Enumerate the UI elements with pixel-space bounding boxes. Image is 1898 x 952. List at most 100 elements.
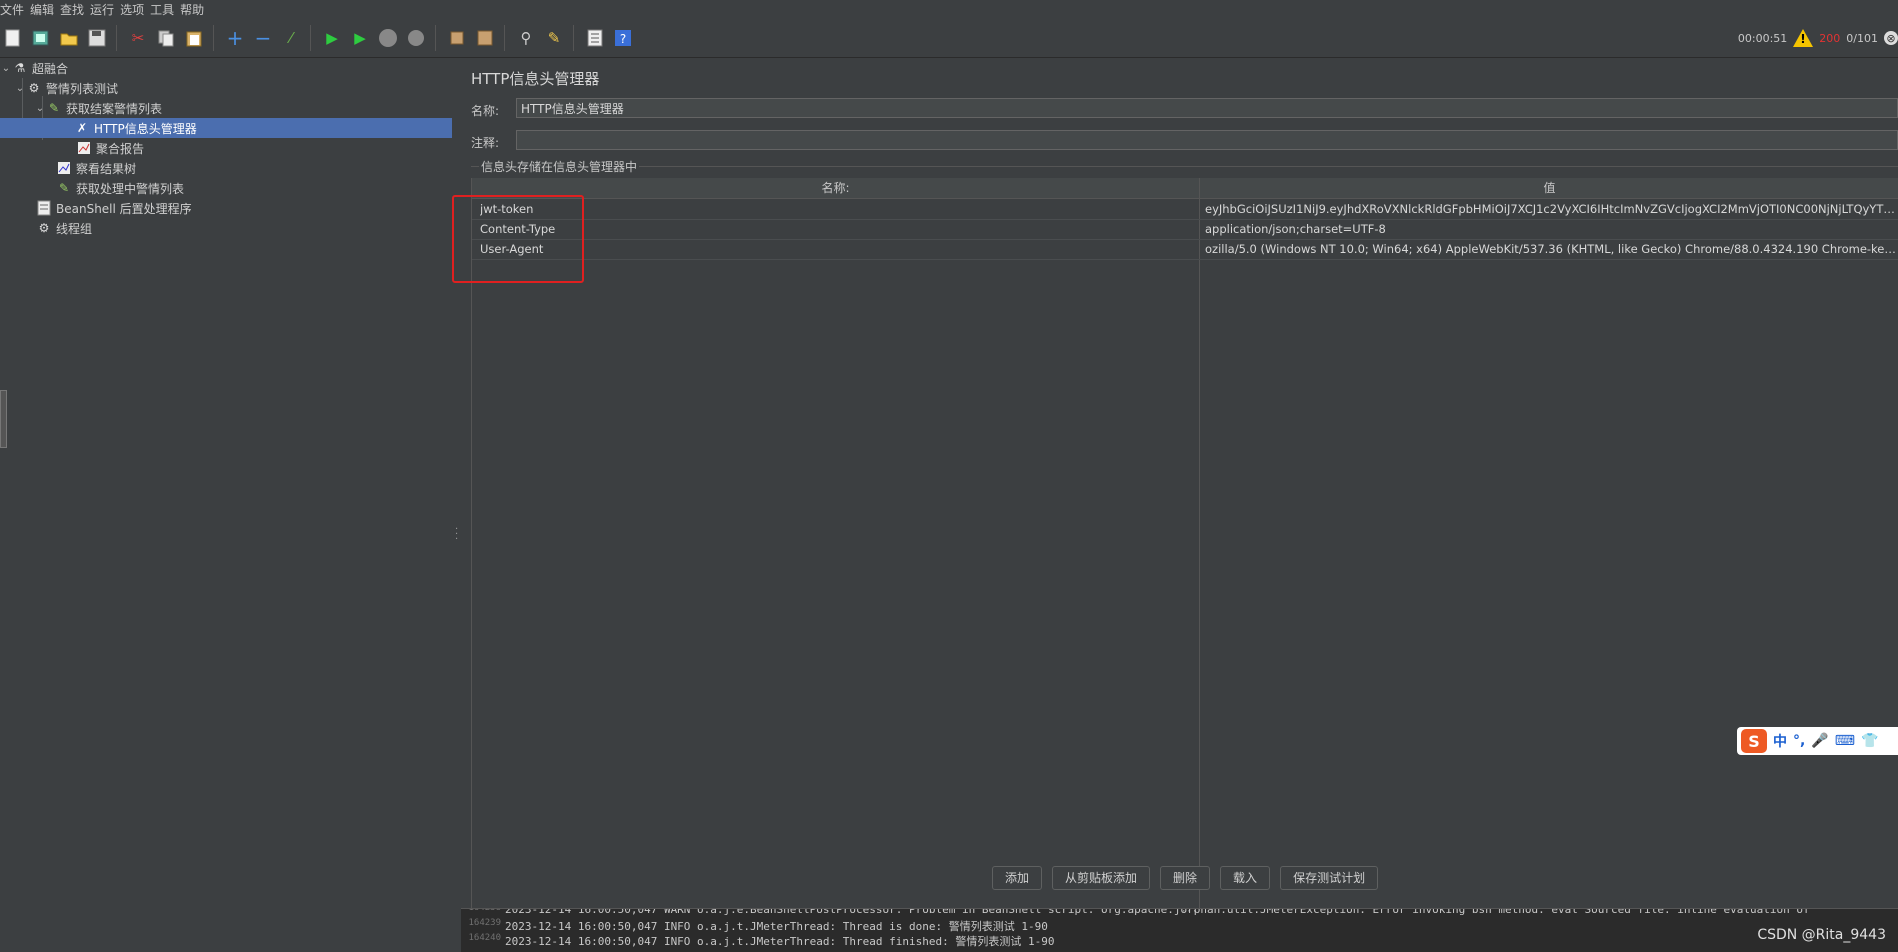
stop-icon[interactable] bbox=[377, 27, 399, 49]
menu-search[interactable]: 查找 bbox=[60, 1, 90, 18]
tree-node-label: 线程组 bbox=[56, 221, 93, 236]
chart-icon bbox=[76, 140, 92, 156]
tree-node-test-plan[interactable]: ⌄ ⚗ 超融合 bbox=[0, 58, 452, 78]
table-row[interactable]: Content-Type application/json;charset=UT… bbox=[472, 219, 1898, 240]
menu-run[interactable]: 运行 bbox=[90, 1, 120, 18]
toolbar-divider bbox=[573, 25, 574, 51]
error-count: 200 bbox=[1819, 31, 1841, 45]
page-title: HTTP信息头管理器 bbox=[471, 70, 600, 88]
ime-voice-icon[interactable]: 🎤 bbox=[1811, 733, 1828, 749]
group-title: 信息头存储在信息头管理器中 bbox=[479, 158, 640, 175]
elapsed-timer: 00:00:51 bbox=[1737, 31, 1788, 45]
flask-icon: ⚗ bbox=[14, 61, 26, 75]
log-text: 2023-12-14 16:00:50,047 INFO o.a.j.t.JMe… bbox=[505, 920, 1048, 933]
warning-icon[interactable] bbox=[1793, 29, 1814, 47]
menu-edit[interactable]: 编辑 bbox=[30, 1, 60, 18]
open-icon[interactable] bbox=[58, 27, 80, 49]
header-name-cell[interactable]: jwt-token bbox=[480, 199, 1195, 219]
tree-node-thread-group[interactable]: ⌄ ⚙ 警情列表测试 bbox=[14, 78, 118, 98]
header-manager-panel: HTTP信息头管理器 名称: HTTP信息头管理器 注释: 信息头存储在信息头管… bbox=[461, 58, 1898, 913]
table-row[interactable]: User-Agent ozilla/5.0 (Windows NT 10.0; … bbox=[472, 239, 1898, 260]
header-value-cell[interactable]: application/json;charset=UTF-8 bbox=[1205, 219, 1897, 239]
shutdown-icon[interactable] bbox=[405, 27, 427, 49]
tree-node-beanshell[interactable]: BeanShell 后置处理程序 bbox=[36, 198, 192, 218]
tree-node-thread-group-2[interactable]: ⚙ 线程组 bbox=[36, 218, 92, 238]
cut-icon[interactable]: ✂ bbox=[127, 27, 149, 49]
clear-icon[interactable] bbox=[446, 27, 468, 49]
gear-icon: ⚙ bbox=[38, 221, 50, 235]
active-threads: 0/101 bbox=[1846, 31, 1878, 45]
start-icon[interactable]: ▶ bbox=[321, 27, 343, 49]
name-field[interactable]: HTTP信息头管理器 bbox=[516, 98, 1898, 118]
header-name-cell[interactable]: User-Agent bbox=[480, 239, 1195, 259]
side-collapse-tab[interactable] bbox=[0, 390, 7, 448]
reset-search-icon[interactable]: ✎ bbox=[543, 27, 565, 49]
toggle-icon[interactable]: ⁄ bbox=[280, 27, 302, 49]
ime-chinese-mode[interactable]: 中 bbox=[1773, 731, 1787, 751]
toolbar: ✂ + − ⁄ ▶ ▶ ⚲ ✎ ? bbox=[0, 19, 1898, 58]
menu-help[interactable]: 帮助 bbox=[180, 1, 210, 18]
log-toggle-icon[interactable]: ⊗ bbox=[1884, 31, 1898, 45]
toolbar-divider bbox=[310, 25, 311, 51]
tree-node-http-sampler[interactable]: ⌄ ✎ 获取结案警情列表 bbox=[34, 98, 162, 118]
splitter-grip-icon[interactable]: · · · bbox=[455, 525, 458, 545]
add-button[interactable]: 添加 bbox=[992, 866, 1043, 890]
clear-all-icon[interactable] bbox=[474, 27, 496, 49]
ime-keyboard-icon[interactable]: ⌨ bbox=[1835, 733, 1855, 749]
delete-button[interactable]: 删除 bbox=[1160, 866, 1211, 890]
sogou-logo-icon[interactable]: S bbox=[1741, 729, 1767, 753]
search-binoculars-icon[interactable]: ⚲ bbox=[515, 27, 537, 49]
gear-icon: ⚙ bbox=[28, 81, 40, 95]
chevron-down-icon[interactable]: ⌄ bbox=[34, 103, 46, 114]
ime-toolbar[interactable]: S 中 °, 🎤 ⌨ 👕 bbox=[1737, 727, 1898, 755]
menu-tools[interactable]: 工具 bbox=[150, 1, 180, 18]
log-text: 2023-12-14 16:00:50,047 INFO o.a.j.t.JMe… bbox=[505, 935, 1055, 948]
tree-node-label: 超融合 bbox=[32, 61, 69, 76]
header-value-cell[interactable]: eyJhbGciOiJSUzI1NiJ9.eyJhdXRoVXNlckRldGF… bbox=[1205, 199, 1897, 219]
tree-node-label: 警情列表测试 bbox=[46, 81, 119, 96]
column-divider bbox=[1199, 178, 1200, 913]
header-name-cell[interactable]: Content-Type bbox=[480, 219, 1195, 239]
ime-skin-icon[interactable]: 👕 bbox=[1861, 733, 1878, 749]
annotation-highlight-box bbox=[452, 195, 584, 283]
tree-node-header-manager[interactable]: ✗ HTTP信息头管理器 bbox=[0, 118, 452, 138]
pipette-icon: ✎ bbox=[48, 101, 60, 115]
tree-node-label: BeanShell 后置处理程序 bbox=[56, 201, 192, 216]
toolbar-divider bbox=[213, 25, 214, 51]
help-icon[interactable]: ? bbox=[612, 27, 634, 49]
paste-icon[interactable] bbox=[183, 27, 205, 49]
svg-text:?: ? bbox=[620, 32, 626, 46]
run-status: 00:00:51 200 0/101 ⊗ bbox=[1738, 19, 1898, 57]
chevron-down-icon[interactable]: ⌄ bbox=[14, 83, 26, 94]
tree-node-label: 察看结果树 bbox=[76, 161, 137, 176]
save-icon[interactable] bbox=[86, 27, 108, 49]
menu-options[interactable]: 选项 bbox=[120, 1, 150, 18]
load-button[interactable]: 载入 bbox=[1220, 866, 1271, 890]
function-helper-icon[interactable] bbox=[584, 27, 606, 49]
table-actions: 添加 从剪贴板添加 删除 载入 保存测试计划 bbox=[992, 866, 1379, 890]
menu-file[interactable]: 文件 bbox=[0, 1, 30, 18]
table-row[interactable]: jwt-token eyJhbGciOiJSUzI1NiJ9.eyJhdXRoV… bbox=[472, 199, 1898, 220]
save-test-plan-button[interactable]: 保存测试计划 bbox=[1280, 866, 1379, 890]
toolbar-divider bbox=[435, 25, 436, 51]
chevron-down-icon[interactable]: ⌄ bbox=[0, 63, 12, 74]
start-no-pause-icon[interactable]: ▶ bbox=[349, 27, 371, 49]
copy-icon[interactable] bbox=[155, 27, 177, 49]
menu-bar: 文件 编辑 查找 运行 选项 工具 帮助 bbox=[0, 0, 1898, 19]
column-header-value[interactable]: 值 bbox=[1200, 178, 1898, 198]
tree-node-aggregate-report[interactable]: 聚合报告 bbox=[76, 138, 144, 158]
header-value-cell[interactable]: ozilla/5.0 (Windows NT 10.0; Win64; x64)… bbox=[1205, 239, 1897, 259]
comment-field[interactable] bbox=[516, 130, 1898, 150]
templates-icon[interactable] bbox=[30, 27, 52, 49]
log-panel[interactable]: ··· 164238 2023-12-14 16:00:50,047 WARN … bbox=[461, 908, 1898, 952]
toolbar-divider bbox=[504, 25, 505, 51]
collapse-icon[interactable]: − bbox=[252, 27, 274, 49]
group-border bbox=[471, 166, 1898, 167]
tree-node-http-sampler-2[interactable]: ✎ 获取处理中警情列表 bbox=[56, 178, 184, 198]
tree-node-view-results-tree[interactable]: 察看结果树 bbox=[56, 158, 136, 178]
ime-punctuation-icon[interactable]: °, bbox=[1793, 733, 1805, 749]
add-from-clipboard-button[interactable]: 从剪贴板添加 bbox=[1052, 866, 1151, 890]
new-icon[interactable] bbox=[2, 27, 24, 49]
expand-icon[interactable]: + bbox=[224, 27, 246, 49]
headers-table: 名称: 值 jwt-token eyJhbGciOiJSUzI1NiJ9.eyJ… bbox=[471, 178, 1898, 913]
